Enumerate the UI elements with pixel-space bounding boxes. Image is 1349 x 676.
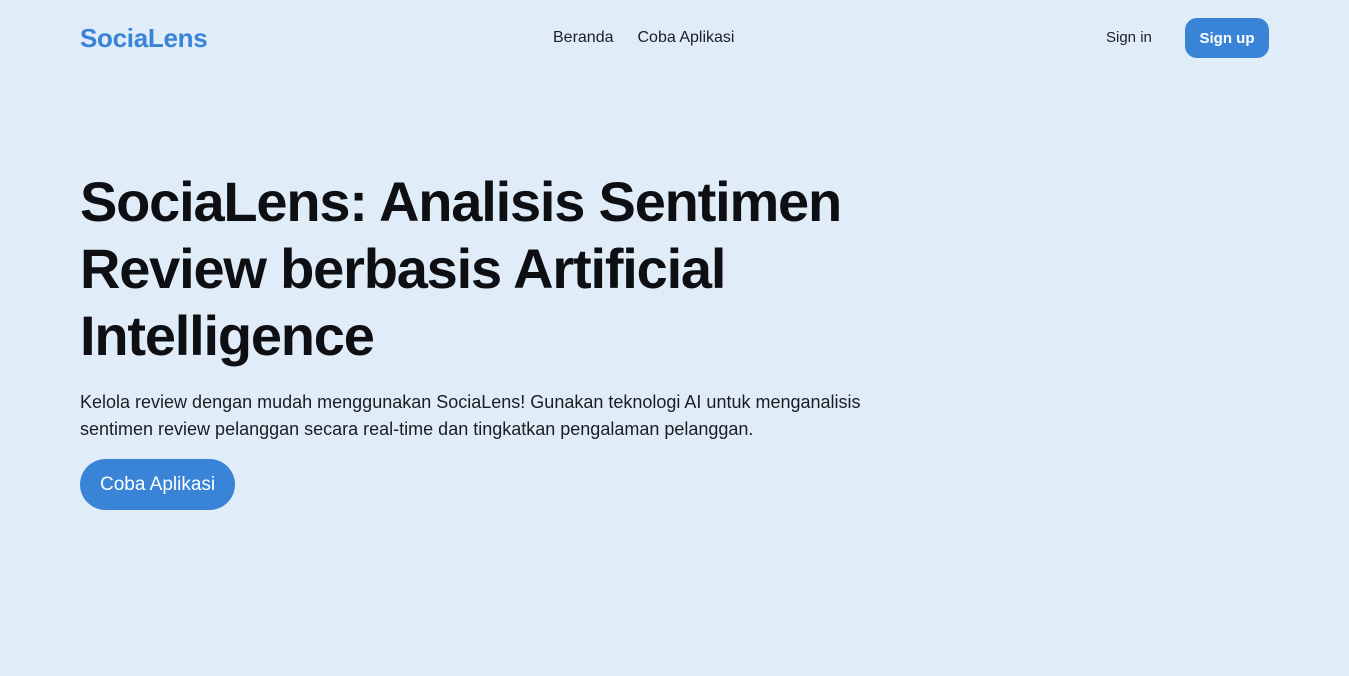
nav-links: Beranda Coba Aplikasi: [553, 29, 734, 47]
try-app-button[interactable]: Coba Aplikasi: [80, 459, 236, 510]
brand-logo[interactable]: SociaLens: [80, 23, 208, 54]
sign-in-link[interactable]: Sign in: [1106, 29, 1152, 46]
nav-link-beranda[interactable]: Beranda: [553, 29, 614, 47]
navbar: SociaLens Beranda Coba Aplikasi Sign in …: [0, 0, 1349, 76]
hero-description: Kelola review dengan mudah menggunakan S…: [80, 392, 861, 439]
sign-up-button[interactable]: Sign up: [1185, 18, 1269, 58]
hero-title: SociaLens: Analisis Sentimen Review berb…: [80, 170, 842, 367]
hero-section: SociaLens: Analisis Sentimen Review berb…: [80, 168, 880, 510]
nav-link-coba-aplikasi[interactable]: Coba Aplikasi: [638, 29, 735, 47]
